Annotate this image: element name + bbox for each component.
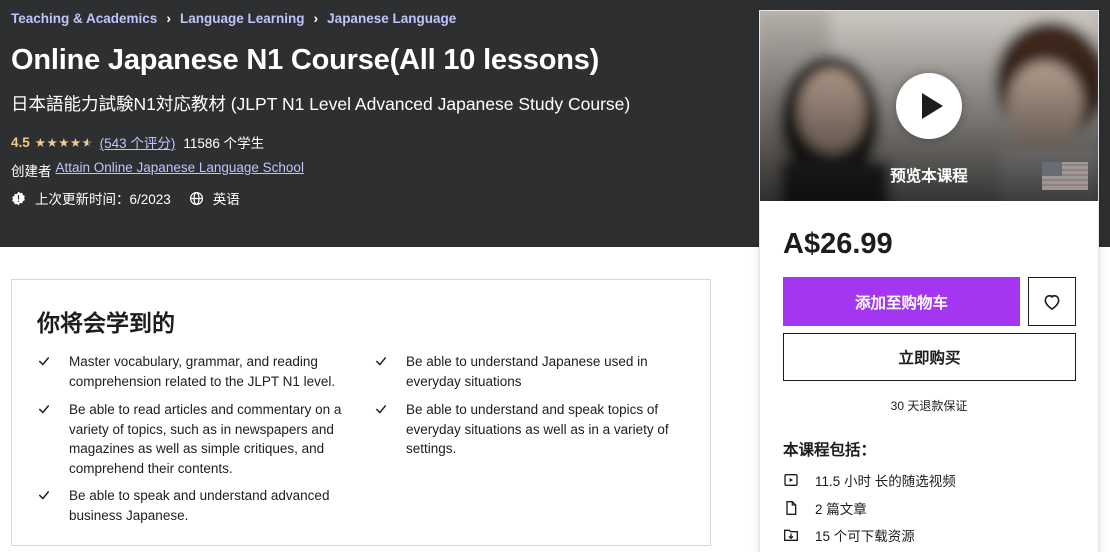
- play-button[interactable]: [896, 73, 962, 139]
- rating-count-link[interactable]: (543 个评分): [100, 132, 176, 152]
- wishlist-button[interactable]: [1028, 277, 1076, 326]
- video-icon: [783, 472, 815, 488]
- article-icon: [783, 500, 815, 516]
- course-subtitle: 日本語能力試験N1対応教材 (JLPT N1 Level Advanced Ja…: [11, 94, 631, 114]
- learn-item: Be able to read articles and commentary …: [37, 400, 349, 478]
- check-icon: [37, 352, 69, 391]
- add-to-cart-button[interactable]: 添加至购物车: [783, 277, 1020, 326]
- student-count: 11586 个学生: [183, 136, 265, 151]
- course-title: Online Japanese N1 Course(All 10 lessons…: [11, 44, 600, 76]
- buy-now-button[interactable]: 立即购买: [783, 333, 1076, 381]
- breadcrumb: Teaching & Academics › Language Learning…: [11, 10, 456, 26]
- creator-link[interactable]: Attain Online Japanese Language School: [56, 160, 304, 180]
- preview-label: 预览本课程: [890, 168, 968, 185]
- check-icon: [37, 486, 69, 525]
- star-rating-icon: ★★★★★★: [34, 135, 93, 150]
- money-back-guarantee: 30 天退款保证: [890, 399, 968, 413]
- download-icon: [783, 527, 815, 543]
- learn-item: Be able to understand and speak topics o…: [374, 400, 686, 459]
- rating-value: 4.5: [11, 134, 30, 150]
- includes-item: 15 个可下载资源: [783, 525, 915, 545]
- creator-row: 创建者 Attain Online Japanese Language Scho…: [11, 160, 304, 180]
- check-icon: [374, 400, 406, 459]
- check-icon: [374, 352, 406, 391]
- course-price: A$26.99: [783, 228, 893, 260]
- alert-badge-icon: [11, 191, 26, 206]
- course-language: 英语: [212, 192, 240, 207]
- learn-item: Master vocabulary, grammar, and reading …: [37, 352, 349, 391]
- check-icon: [37, 400, 69, 478]
- purchase-sidebar: 预览本课程 A$26.99 添加至购物车 立即购买 30 天退款保证 本课程包括…: [759, 10, 1099, 552]
- chevron-right-icon: ›: [166, 10, 171, 26]
- learn-item: Be able to understand Japanese used in e…: [374, 352, 686, 391]
- includes-item: 2 篇文章: [783, 498, 867, 518]
- play-icon: [922, 93, 943, 119]
- breadcrumb-item[interactable]: Teaching & Academics: [11, 11, 157, 26]
- course-preview-video[interactable]: 预览本课程: [760, 11, 1098, 201]
- creator-label: 创建者: [11, 164, 52, 179]
- breadcrumb-item[interactable]: Japanese Language: [327, 11, 456, 26]
- breadcrumb-item[interactable]: Language Learning: [180, 11, 305, 26]
- globe-icon: [189, 191, 204, 206]
- heart-icon: [1044, 294, 1060, 310]
- what-you-will-learn: 你将会学到的 Master vocabulary, grammar, and r…: [11, 279, 711, 546]
- chevron-right-icon: ›: [313, 10, 319, 26]
- learn-title: 你将会学到的: [37, 310, 175, 336]
- includes-item: 11.5 小时 长的随选视频: [783, 470, 956, 490]
- rating-row: 4.5 ★★★★★★ (543 个评分) 11586 个学生: [11, 132, 264, 152]
- last-updated: 上次更新时间：6/2023: [35, 192, 171, 207]
- meta-row: 上次更新时间：6/2023 英语: [11, 188, 240, 208]
- learn-item: Be able to speak and understand advanced…: [37, 486, 349, 525]
- includes-title: 本课程包括：: [783, 442, 877, 459]
